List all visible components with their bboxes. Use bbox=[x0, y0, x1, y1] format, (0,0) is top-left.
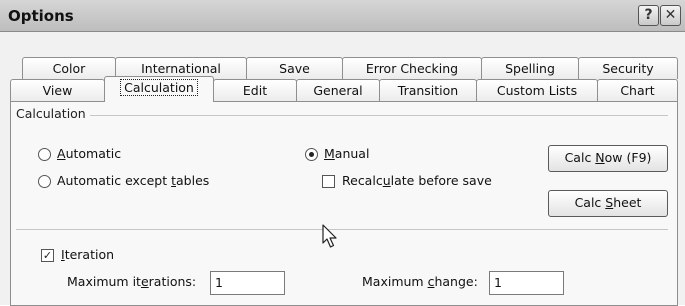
tab-save[interactable]: Save bbox=[246, 57, 343, 79]
tab-general[interactable]: General bbox=[296, 79, 380, 101]
tab-security[interactable]: Security bbox=[578, 57, 678, 79]
tab-spelling[interactable]: Spelling bbox=[481, 57, 579, 79]
group-divider bbox=[16, 115, 668, 116]
tab-chart[interactable]: Chart bbox=[597, 79, 678, 101]
iteration-checkbox[interactable]: ✓ bbox=[41, 249, 54, 262]
calc-sheet-button[interactable]: Calc Sheet bbox=[548, 190, 668, 217]
maximum-iterations-label: Maximum iterations: bbox=[67, 274, 197, 289]
section-divider bbox=[16, 229, 668, 230]
maximum-change-label: Maximum change: bbox=[362, 274, 478, 289]
maximum-iterations-input[interactable]: 1 bbox=[210, 271, 285, 295]
tab-color[interactable]: Color bbox=[22, 57, 116, 79]
manual-label[interactable]: Manual bbox=[324, 146, 369, 161]
tab-calculation[interactable]: Calculation bbox=[104, 76, 214, 102]
maximum-change-input[interactable]: 1 bbox=[489, 271, 564, 295]
iteration-label[interactable]: Iteration bbox=[61, 247, 114, 262]
close-button[interactable]: ✕ bbox=[660, 5, 681, 26]
tab-calculation-label: Calculation bbox=[120, 79, 198, 96]
title-bar: Options ? ✕ bbox=[0, 0, 685, 32]
options-panel: Color International Save Error Checking … bbox=[0, 32, 685, 306]
manual-radio[interactable] bbox=[305, 148, 318, 161]
tab-error-checking[interactable]: Error Checking bbox=[342, 57, 482, 79]
window-title: Options bbox=[8, 7, 74, 25]
automatic-label[interactable]: Automatic bbox=[57, 146, 121, 161]
calculation-group-label: Calculation bbox=[16, 106, 90, 121]
help-button[interactable]: ? bbox=[638, 5, 659, 26]
recalculate-before-save-checkbox[interactable] bbox=[322, 175, 335, 188]
recalculate-before-save-label[interactable]: Recalculate before save bbox=[342, 173, 492, 188]
tab-content: Calculation Automatic Automatic except t… bbox=[10, 101, 678, 306]
tab-custom-lists[interactable]: Custom Lists bbox=[476, 79, 598, 101]
automatic-radio[interactable] bbox=[38, 148, 51, 161]
close-icon: ✕ bbox=[664, 7, 677, 23]
tab-transition[interactable]: Transition bbox=[379, 79, 477, 101]
automatic-except-tables-label[interactable]: Automatic except tables bbox=[57, 173, 209, 188]
tab-view[interactable]: View bbox=[10, 79, 105, 101]
mouse-cursor-icon bbox=[322, 224, 337, 248]
tab-edit[interactable]: Edit bbox=[213, 79, 297, 101]
calc-now-button[interactable]: Calc Now (F9) bbox=[548, 145, 668, 172]
automatic-except-tables-radio[interactable] bbox=[38, 175, 51, 188]
